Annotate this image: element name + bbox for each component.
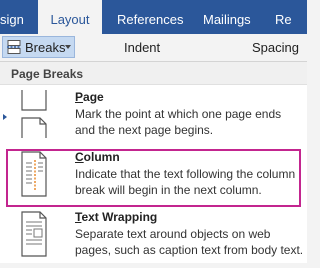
menu-item-text-wrapping[interactable]: Text Wrapping Separate text around objec… — [0, 208, 307, 268]
menu-item-title: Text Wrapping — [75, 210, 158, 224]
breaks-icon — [7, 40, 21, 54]
spacing-group-label: Spacing — [252, 40, 299, 55]
column-break-icon — [21, 151, 47, 197]
pointer-marker-icon — [3, 114, 7, 120]
ribbon-command-bar: Breaks Indent Spacing — [0, 34, 307, 62]
ribbon-tab-bar: sign Layout References Mailings Re — [0, 0, 307, 34]
menu-item-description: Mark the point at which one page ends an… — [75, 107, 282, 137]
menu-item-description: Separate text around objects on web page… — [75, 227, 304, 257]
breaks-dropdown-menu: Page Breaks Page Mark the point at which… — [0, 62, 307, 263]
menu-item-title: Page — [75, 90, 104, 104]
page-break-icon — [21, 90, 47, 138]
tab-review[interactable]: Re — [275, 0, 292, 34]
tab-design[interactable]: sign — [0, 0, 38, 34]
menu-item-column[interactable]: Column Indicate that the text following … — [0, 148, 307, 208]
menu-item-page[interactable]: Page Mark the point at which one page en… — [0, 88, 307, 148]
section-header: Page Breaks — [0, 62, 307, 85]
breaks-label: Breaks — [25, 40, 66, 55]
chevron-down-icon — [65, 45, 71, 49]
menu-item-description: Indicate that the text following the col… — [75, 167, 296, 197]
indent-group-label: Indent — [124, 40, 161, 55]
text-wrapping-icon — [21, 211, 47, 257]
breaks-button[interactable]: Breaks — [2, 36, 75, 58]
tab-references[interactable]: References — [117, 0, 183, 34]
tab-layout[interactable]: Layout — [38, 0, 102, 34]
menu-item-title: Column — [75, 150, 120, 164]
section-title: Page Breaks — [11, 67, 84, 81]
tab-mailings[interactable]: Mailings — [203, 0, 251, 34]
